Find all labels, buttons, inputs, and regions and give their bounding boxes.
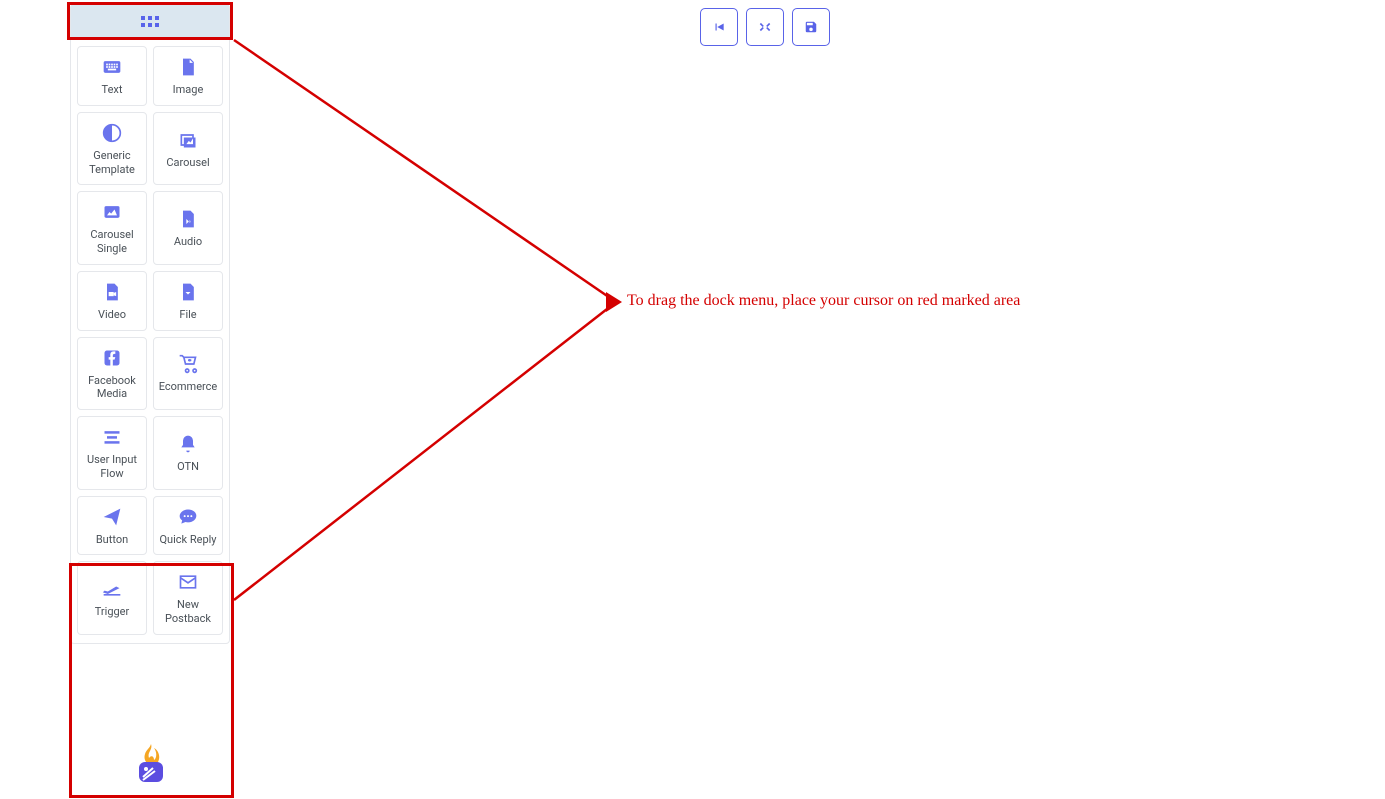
- start-node[interactable]: [134, 744, 168, 784]
- arrange-button[interactable]: [746, 8, 784, 46]
- dock-item-generic-template[interactable]: Generic Template: [77, 112, 147, 186]
- bell-icon: [178, 434, 198, 454]
- dock-item-user-input-flow[interactable]: User Input Flow: [77, 416, 147, 490]
- flame-tag-icon: [135, 744, 167, 784]
- dock-drag-handle[interactable]: [71, 5, 229, 38]
- dock-item-label: Image: [173, 83, 204, 97]
- dock-item-label: Quick Reply: [159, 533, 216, 547]
- images-icon: [178, 130, 198, 150]
- dock-item-label: OTN: [177, 460, 199, 474]
- dock-item-label: Button: [96, 533, 128, 547]
- envelope-icon: [178, 572, 198, 592]
- dock-item-label: Trigger: [95, 605, 129, 619]
- dock-item-text[interactable]: Text: [77, 46, 147, 106]
- dock-item-label: Audio: [174, 235, 202, 249]
- dock-item-facebook-media[interactable]: Facebook Media: [77, 337, 147, 411]
- chat-icon: [178, 507, 198, 527]
- annotation-text: To drag the dock menu, place your cursor…: [627, 292, 1020, 310]
- facebook-icon: [102, 348, 122, 368]
- paper-plane-icon: [102, 507, 122, 527]
- canvas-toolbar: [700, 8, 830, 46]
- file-download-icon: [178, 282, 198, 302]
- dock-item-label: Ecommerce: [159, 380, 218, 394]
- dock-item-carousel-single[interactable]: Carousel Single: [77, 191, 147, 265]
- dock-item-ecommerce[interactable]: Ecommerce: [153, 337, 223, 411]
- dock-item-new-postback[interactable]: New Postback: [153, 561, 223, 635]
- stream-icon: [102, 427, 122, 447]
- grid-icon: [141, 15, 159, 29]
- dock-item-button[interactable]: Button: [77, 496, 147, 556]
- dock-item-trigger[interactable]: Trigger: [77, 561, 147, 635]
- dock-item-label: Carousel: [166, 156, 209, 170]
- dock-item-video[interactable]: Video: [77, 271, 147, 331]
- dock-item-carousel[interactable]: Carousel: [153, 112, 223, 186]
- dock-item-otn[interactable]: OTN: [153, 416, 223, 490]
- dock-item-label: Facebook Media: [82, 374, 142, 402]
- save-button[interactable]: [792, 8, 830, 46]
- dock-item-label: User Input Flow: [82, 453, 142, 481]
- dock-item-label: Video: [98, 308, 126, 322]
- dock-item-audio[interactable]: Audio: [153, 191, 223, 265]
- dock-item-image[interactable]: Image: [153, 46, 223, 106]
- dock-item-label: Generic Template: [82, 149, 142, 177]
- plane-departure-icon: [102, 579, 122, 599]
- dock-item-file[interactable]: File: [153, 271, 223, 331]
- dock-item-label: File: [179, 308, 196, 322]
- image-icon: [102, 202, 122, 222]
- dock-panel: Text Image Generic Template Carousel Car: [70, 4, 230, 644]
- dock-item-label: Carousel Single: [82, 228, 142, 256]
- dock-body: Text Image Generic Template Carousel Car: [71, 38, 229, 643]
- dock-item-quick-reply[interactable]: Quick Reply: [153, 496, 223, 556]
- file-audio-icon: [178, 209, 198, 229]
- cart-icon: [178, 354, 198, 374]
- file-image-icon: [178, 57, 198, 77]
- dock-item-label: Text: [102, 83, 123, 97]
- contrast-icon: [102, 123, 122, 143]
- file-video-icon: [102, 282, 122, 302]
- dock-item-label: New Postback: [158, 598, 218, 626]
- back-button[interactable]: [700, 8, 738, 46]
- keyboard-icon: [102, 57, 122, 77]
